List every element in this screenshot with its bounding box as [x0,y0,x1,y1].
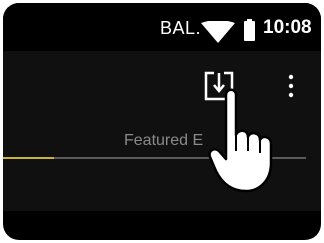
carrier-label: BAL. [160,18,202,38]
device-screen: BAL. 10:08 Featured E [3,3,321,240]
tab-indicator [3,157,54,159]
clock: 10:08 [263,17,312,38]
tapping-hand-icon [208,88,273,193]
tab-featured[interactable]: Featured E [124,132,203,150]
wifi-icon [201,21,235,43]
battery-icon [244,19,255,41]
status-bar: BAL. 10:08 [3,3,321,51]
